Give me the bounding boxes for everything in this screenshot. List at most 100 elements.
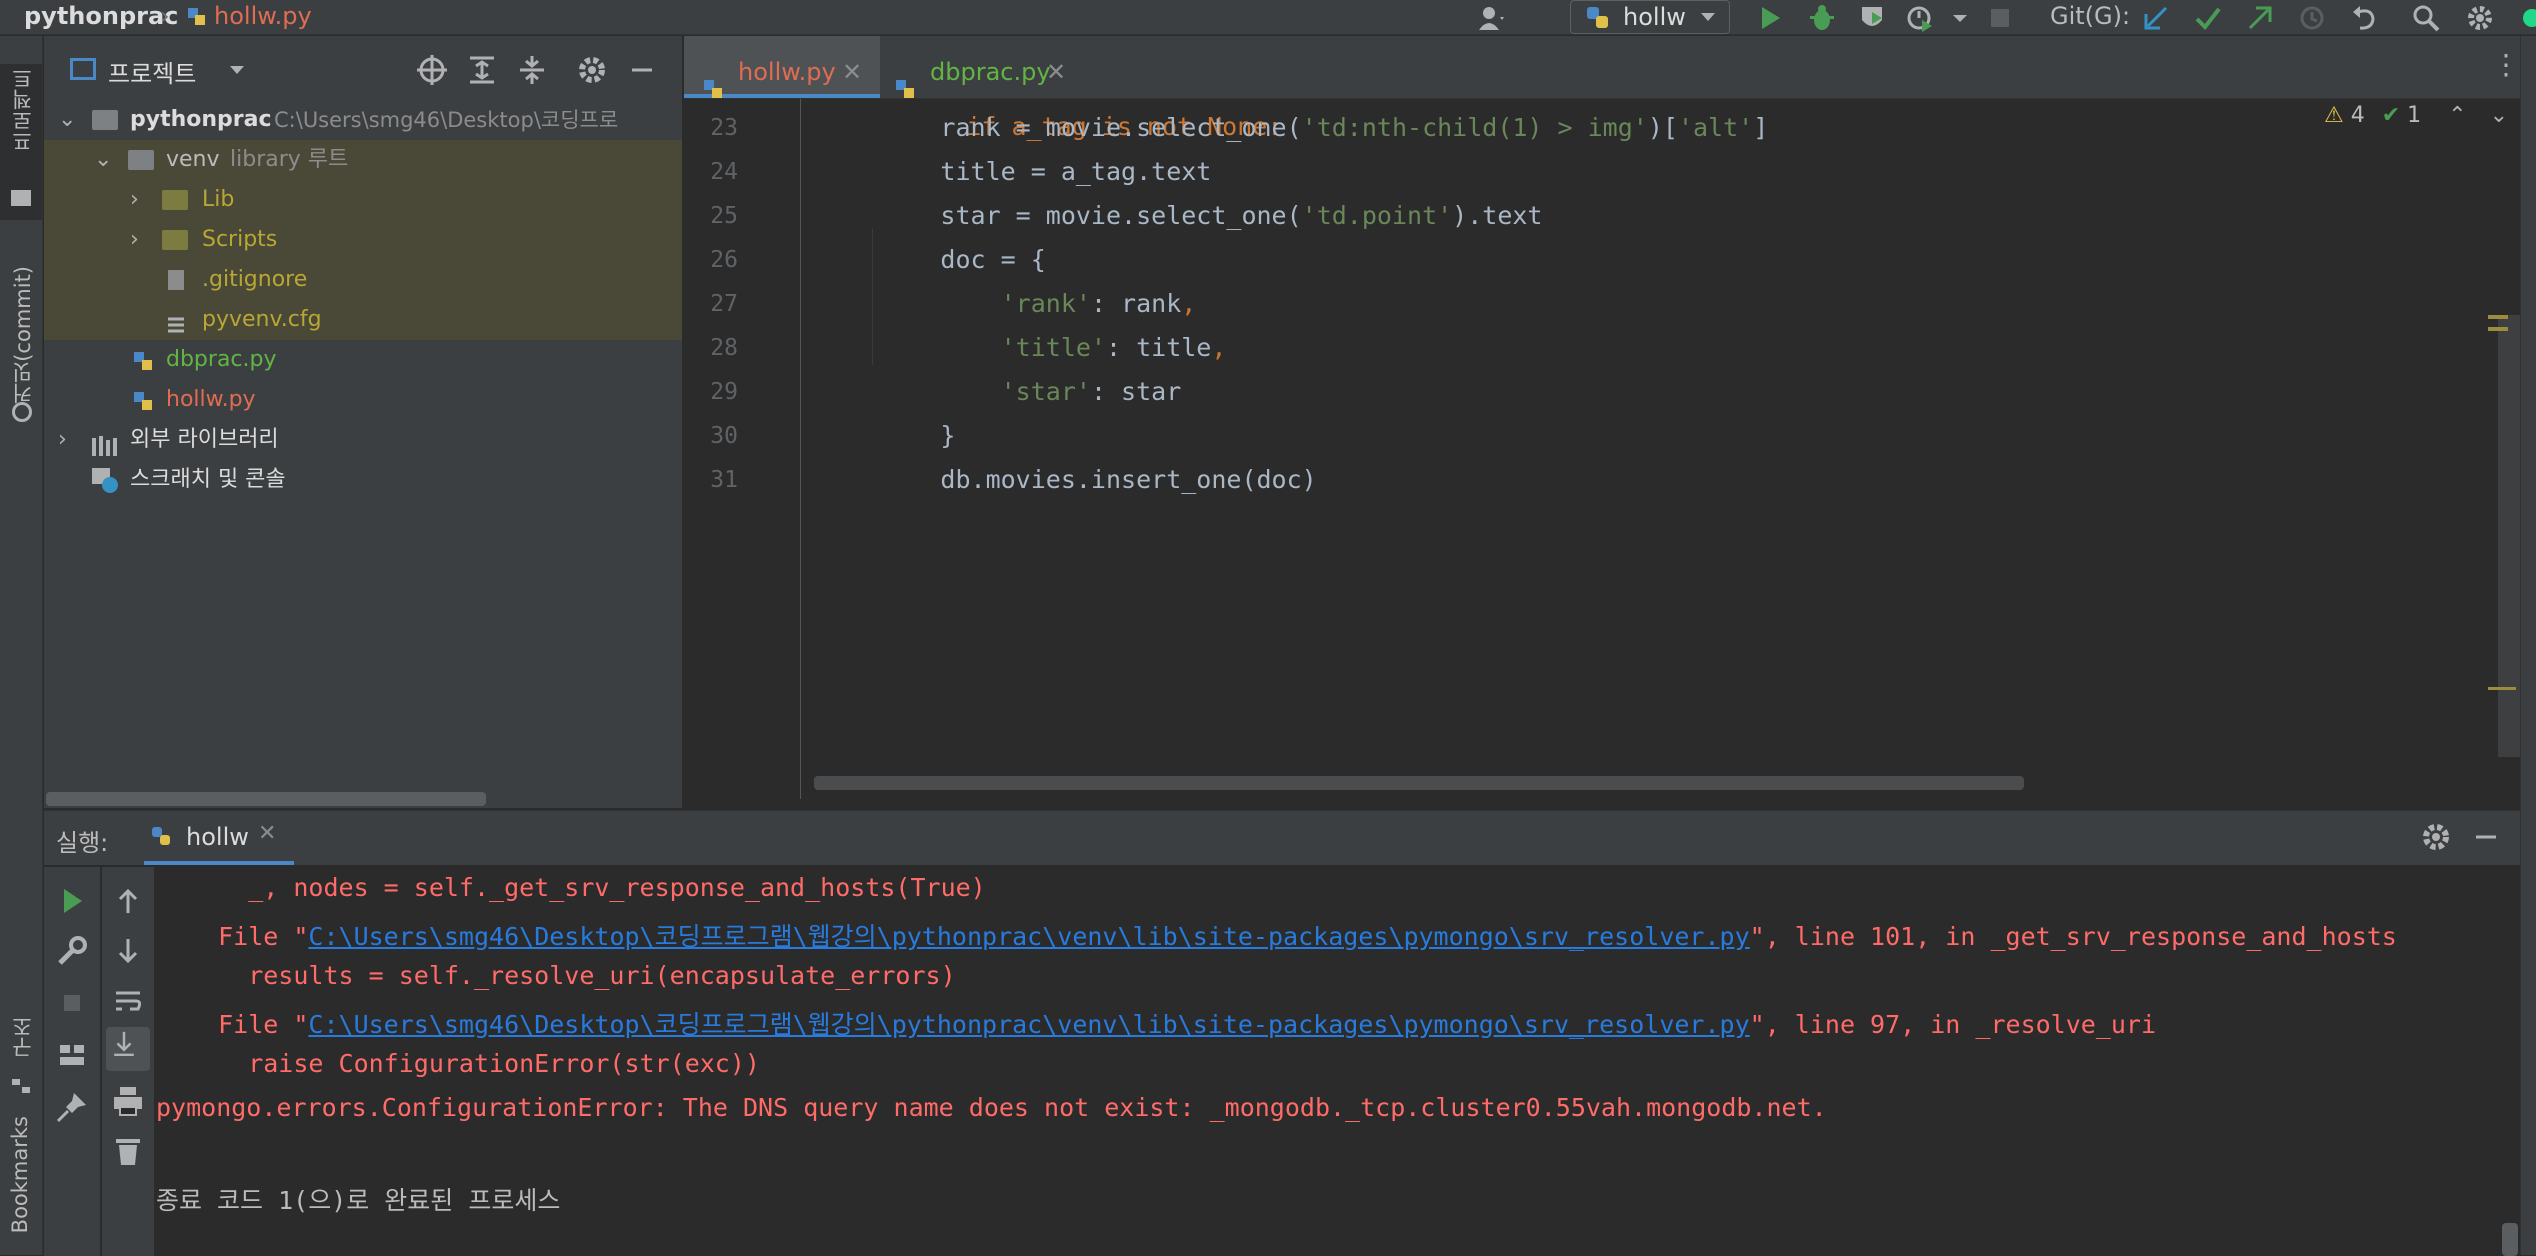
tree-item-pyvenv[interactable]: pyvenv.cfg bbox=[44, 300, 682, 340]
line-number: 24 bbox=[710, 159, 738, 185]
wrench-icon[interactable] bbox=[54, 933, 90, 969]
tree-item-scratches[interactable]: 스크래치 및 콘솔 bbox=[44, 460, 682, 500]
print-icon[interactable] bbox=[110, 1083, 146, 1119]
debug-icon[interactable] bbox=[1808, 4, 1836, 32]
code-line: db.movies.insert_one(doc) bbox=[820, 465, 1317, 494]
code-line: rank = movie.select_one('td:nth-child(1)… bbox=[820, 113, 1768, 142]
tree-item-external-libraries[interactable]: › 외부 라이브러리 bbox=[44, 420, 682, 460]
code-text: db.movies.insert_one(doc) bbox=[940, 465, 1317, 494]
project-panel: 프로젝트 ⌄ pythonprac C:\Users\smg46\Desktop… bbox=[44, 36, 682, 808]
tree-item-lib[interactable]: › Lib bbox=[44, 180, 682, 220]
git-commit-icon[interactable] bbox=[2194, 4, 2222, 32]
bookmarks-tool-tab[interactable]: Bookmarks bbox=[0, 1116, 42, 1255]
coverage-icon[interactable] bbox=[1858, 4, 1886, 32]
gear-icon[interactable] bbox=[574, 52, 610, 88]
folder-icon bbox=[128, 150, 154, 170]
line-number: 26 bbox=[710, 247, 738, 273]
check-icon: ✔ bbox=[2381, 103, 2401, 128]
inspection-widget[interactable]: ⚠ 4 ✔ 1 ⌃ ⌄ bbox=[2324, 103, 2508, 128]
git-update-icon[interactable] bbox=[2142, 4, 2170, 32]
code-line: doc = { bbox=[820, 245, 1045, 274]
rollback-icon[interactable] bbox=[2350, 4, 2378, 32]
search-icon[interactable] bbox=[2412, 4, 2440, 32]
close-icon[interactable]: ✕ bbox=[842, 36, 862, 108]
close-icon[interactable]: ✕ bbox=[1046, 36, 1066, 108]
stop-icon[interactable] bbox=[54, 985, 90, 1021]
arrow-up-icon[interactable] bbox=[110, 883, 146, 919]
tree-root-name: pythonprac bbox=[130, 107, 272, 132]
tree-item-gitignore[interactable]: .gitignore bbox=[44, 260, 682, 300]
tab-label: hollw.py bbox=[738, 58, 836, 86]
line-number: 31 bbox=[710, 467, 738, 493]
structure-tool-tab[interactable]: 구조 bbox=[0, 986, 42, 1106]
commit-tool-tab[interactable]: 커밋(commit) bbox=[0, 226, 42, 426]
close-icon[interactable]: ✕ bbox=[258, 821, 276, 846]
code-text: title = a_tag.text bbox=[940, 157, 1212, 186]
project-view-icon bbox=[70, 58, 96, 80]
stop-icon[interactable] bbox=[1986, 4, 2014, 32]
library-icon bbox=[92, 430, 120, 456]
console-error-line: pymongo.errors.ConfigurationError: The D… bbox=[156, 1093, 1827, 1122]
project-tool-tab[interactable]: 프로젝트 bbox=[0, 64, 42, 220]
console-output[interactable]: _, nodes = self._get_srv_response_and_ho… bbox=[156, 867, 2520, 1256]
scroll-to-end-icon[interactable] bbox=[106, 1027, 150, 1071]
run-tab-label: hollw bbox=[186, 823, 249, 851]
more-vertical-icon[interactable]: ⋮ bbox=[2492, 48, 2520, 81]
arrow-down-icon[interactable] bbox=[110, 933, 146, 969]
expand-all-icon[interactable] bbox=[464, 52, 500, 88]
run-panel: 실행: hollw ✕ _, nodes = self._get_srv_res… bbox=[44, 810, 2520, 1256]
pin-icon[interactable] bbox=[54, 1089, 90, 1125]
python-file-icon bbox=[132, 388, 156, 412]
git-history-icon[interactable] bbox=[2298, 4, 2326, 32]
horizontal-scrollbar[interactable] bbox=[46, 792, 486, 806]
run-icon[interactable] bbox=[1756, 4, 1784, 32]
navigation-bar: pythonprac › hollw.py hollw Git(G): bbox=[0, 0, 2536, 35]
tree-item-root[interactable]: ⌄ pythonprac C:\Users\smg46\Desktop\코딩프로 bbox=[44, 100, 682, 140]
tree-item-dbprac[interactable]: dbprac.py bbox=[44, 340, 682, 380]
chevron-down-icon[interactable] bbox=[228, 62, 246, 76]
settings-icon[interactable] bbox=[2466, 4, 2494, 32]
collapse-all-icon[interactable] bbox=[514, 52, 550, 88]
breadcrumb-file[interactable]: hollw.py bbox=[214, 2, 312, 30]
locate-file-icon[interactable] bbox=[414, 52, 450, 88]
file-link[interactable]: C:\Users\smg46\Desktop\코딩프로그램\웹강의\python… bbox=[308, 1010, 1749, 1039]
breadcrumb-project[interactable]: pythonprac bbox=[24, 2, 178, 30]
minimize-icon[interactable] bbox=[2468, 819, 2504, 855]
line-number: 28 bbox=[710, 335, 738, 361]
code-text: } bbox=[940, 421, 956, 450]
horizontal-scrollbar[interactable] bbox=[814, 776, 2024, 790]
run-tab-hollw[interactable]: hollw ✕ bbox=[144, 811, 294, 865]
ide-logo-icon[interactable] bbox=[2514, 4, 2536, 32]
minimize-icon[interactable] bbox=[624, 52, 660, 88]
tree-item-hollw[interactable]: hollw.py bbox=[44, 380, 682, 420]
tab-dbprac[interactable]: dbprac.py ✕ bbox=[884, 36, 1080, 98]
user-icon[interactable] bbox=[1478, 4, 1506, 32]
layout-icon[interactable] bbox=[54, 1037, 90, 1073]
tree-item-scripts[interactable]: › Scripts bbox=[44, 220, 682, 260]
project-panel-title[interactable]: 프로젝트 bbox=[108, 54, 196, 89]
previous-highlight-icon[interactable]: ⌃ bbox=[2448, 103, 2466, 128]
run-configuration-select[interactable]: hollw bbox=[1570, 0, 1730, 34]
code-area[interactable]: if a_tag is not None: 23 rank = movie.se… bbox=[684, 99, 2520, 799]
chevron-down-icon bbox=[1699, 9, 1717, 25]
next-highlight-icon[interactable]: ⌄ bbox=[2490, 103, 2508, 128]
gear-icon[interactable] bbox=[2418, 819, 2454, 855]
python-file-icon bbox=[132, 348, 156, 372]
trash-icon[interactable] bbox=[110, 1133, 146, 1169]
profile-icon[interactable] bbox=[1906, 4, 1934, 32]
tree-item-label: hollw.py bbox=[166, 387, 256, 412]
vertical-scrollbar[interactable] bbox=[2502, 1223, 2518, 1256]
soft-wrap-icon[interactable] bbox=[110, 983, 146, 1019]
python-icon bbox=[1585, 5, 1611, 31]
left-tool-window-strip: 프로젝트 커밋(commit) 구조 Bookmarks bbox=[0, 36, 43, 1255]
tree-item-venv[interactable]: ⌄ venv library 루트 bbox=[44, 140, 682, 180]
console-text: File " bbox=[188, 1010, 309, 1039]
rerun-icon[interactable] bbox=[54, 883, 90, 919]
vertical-scrollbar[interactable] bbox=[2498, 315, 2520, 757]
git-push-icon[interactable] bbox=[2246, 4, 2274, 32]
file-link[interactable]: C:\Users\smg46\Desktop\코딩프로그램\웹강의\python… bbox=[308, 922, 1749, 951]
tab-hollw[interactable]: hollw.py ✕ bbox=[684, 36, 880, 98]
more-run-options-icon[interactable] bbox=[1946, 4, 1967, 32]
